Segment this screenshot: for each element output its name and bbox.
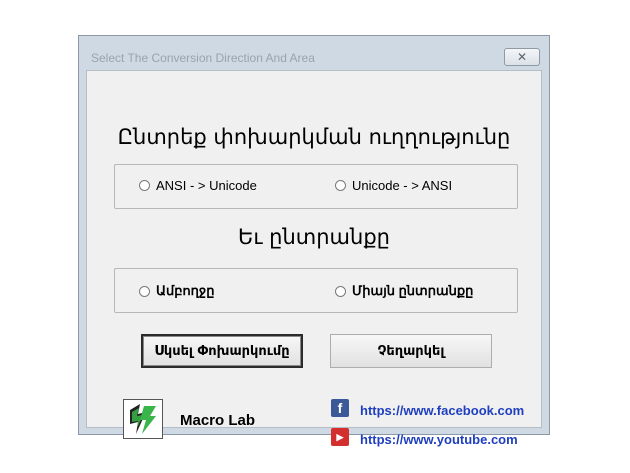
radio-selection-only[interactable]: Միայն ընտրանքը (335, 283, 473, 299)
radio-unicode-to-ansi[interactable]: Unicode - > ANSI (335, 178, 452, 193)
brand-name: Macro Lab (180, 412, 256, 429)
radio-ansi-to-unicode[interactable]: ANSI - > Unicode (139, 178, 257, 193)
direction-group: ANSI - > Unicode Unicode - > ANSI (114, 164, 518, 209)
direction-heading: Ընտրեք փոխարկման ուղղությունը (117, 125, 511, 149)
radio-whole[interactable]: Ամբողջը (139, 283, 214, 299)
facebook-icon[interactable]: f (331, 399, 349, 417)
area-group: Ամբողջը Միայն ընտրանքը (114, 268, 518, 313)
radio-label: Ամբողջը (156, 283, 215, 298)
radio-button-icon (335, 285, 346, 297)
radio-label: Միայն ընտրանքը (352, 283, 474, 298)
macro-lab-logo-icon (123, 399, 163, 439)
radio-label: ANSI - > Unicode (156, 178, 257, 193)
window-title: Select The Conversion Direction And Area (91, 51, 315, 65)
radio-button-icon (139, 180, 150, 191)
close-icon: ✕ (516, 50, 528, 64)
conversion-dialog: Select The Conversion Direction And Area… (78, 35, 550, 447)
dialog-body: Ընտրեք փոխարկման ուղղությունը ANSI - > U… (86, 70, 542, 447)
cancel-button[interactable]: Չեղարկել (330, 334, 492, 368)
youtube-icon[interactable]: ▶ (331, 428, 349, 446)
radio-button-icon (335, 180, 346, 191)
title-bar[interactable]: Select The Conversion Direction And Area… (79, 36, 549, 68)
radio-button-icon (139, 285, 150, 297)
area-heading: Եւ ընտրանքը (238, 225, 390, 249)
youtube-link[interactable]: https://www.youtube.com (360, 432, 518, 447)
facebook-link[interactable]: https://www.facebook.com (360, 403, 524, 418)
start-conversion-button[interactable]: Սկսել Փոխարկումը (141, 334, 303, 368)
radio-label: Unicode - > ANSI (352, 178, 453, 193)
close-button[interactable]: ✕ (504, 48, 540, 66)
